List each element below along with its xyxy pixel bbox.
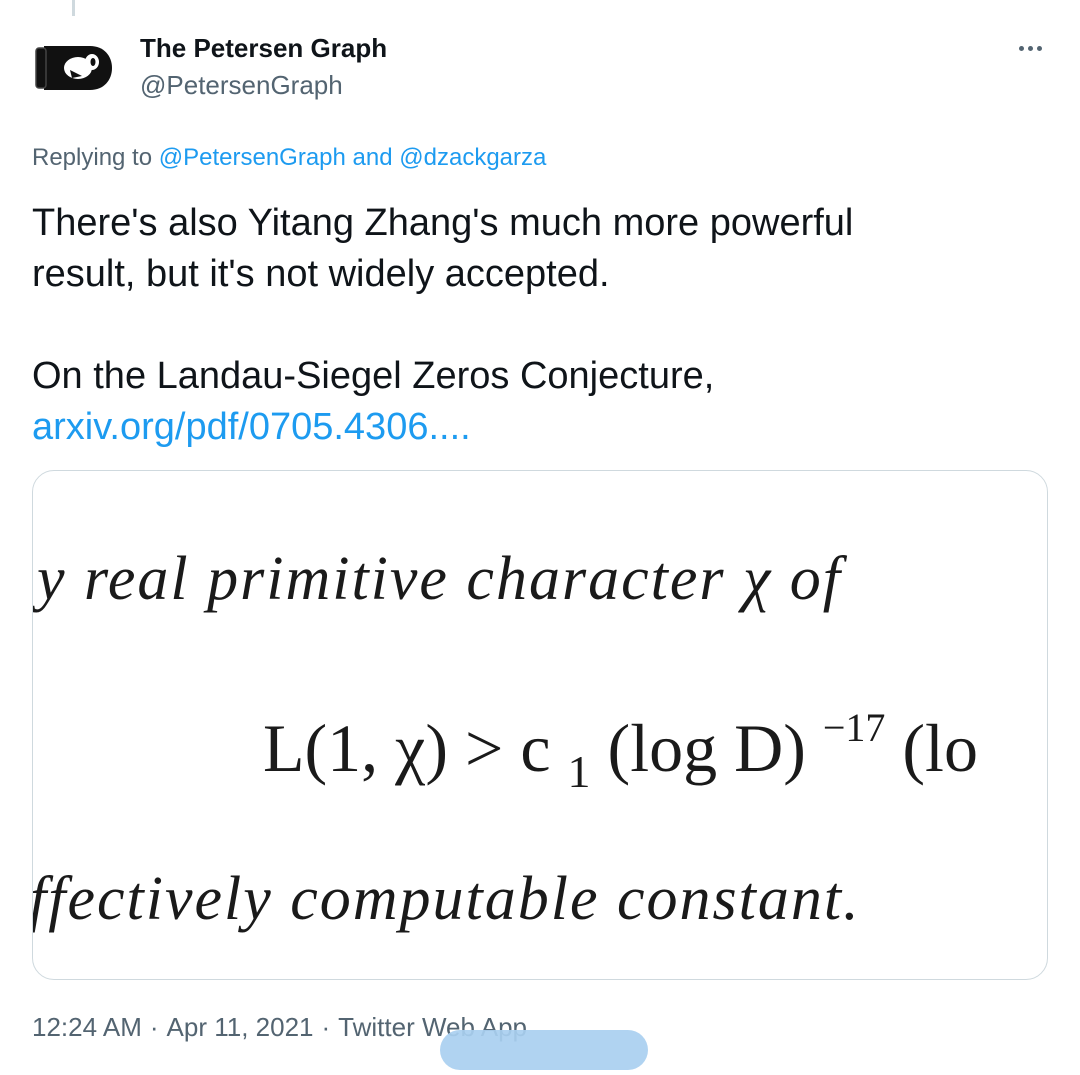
tweet-text-line: result, but it's not widely accepted.: [32, 253, 610, 295]
redaction-overlay: [440, 1030, 648, 1070]
author-display-name[interactable]: The Petersen Graph: [140, 32, 387, 65]
reply-joiner[interactable]: and: [353, 144, 393, 171]
thread-connector-line: [72, 0, 75, 16]
replying-to-line: Replying to @PetersenGraph and @dzackgar…: [32, 144, 546, 172]
more-horizontal-icon: [1018, 45, 1024, 51]
math-text-line: ffectively computable constant.: [33, 865, 861, 933]
formula-exponent: −17: [823, 705, 886, 750]
tweet-text-line: There's also Yitang Zhang's much more po…: [32, 202, 854, 244]
meta-separator: ·: [149, 1012, 159, 1042]
formula-log: (log D): [608, 710, 806, 786]
tweet-media-image[interactable]: y real primitive character χ of L(1, χ) …: [32, 470, 1048, 980]
tweet-link[interactable]: arxiv.org/pdf/0705.4306....: [32, 406, 471, 448]
tweet-author: The Petersen Graph @PetersenGraph: [140, 32, 387, 101]
more-options-button[interactable]: [1012, 30, 1048, 66]
more-horizontal-icon-dot: [1027, 45, 1033, 51]
math-text-line: y real primitive character χ of: [33, 545, 848, 613]
reply-mention-link[interactable]: @dzackgarza: [399, 144, 546, 171]
author-handle[interactable]: @PetersenGraph: [140, 69, 387, 102]
reply-mention-link[interactable]: @PetersenGraph: [159, 144, 346, 171]
tweet-text-line: On the Landau-Siegel Zeros Conjecture,: [32, 355, 715, 397]
tweet-date[interactable]: Apr 11, 2021: [167, 1012, 314, 1042]
formula-main: L(1, χ) > c: [263, 710, 551, 786]
more-horizontal-icon-dot: [1036, 45, 1042, 51]
tweet-time[interactable]: 12:24 AM: [32, 1012, 142, 1042]
meta-separator: ·: [321, 1012, 331, 1042]
avatar[interactable]: [34, 40, 114, 96]
tweet-body: There's also Yitang Zhang's much more po…: [32, 198, 1042, 453]
math-excerpt-image: y real primitive character χ of L(1, χ) …: [33, 545, 978, 933]
formula-tail: (lo: [902, 710, 978, 786]
bullet-bill-icon: [35, 46, 112, 90]
math-formula: L(1, χ) > c 1 (log D) −17 (lo: [263, 680, 978, 802]
replying-prefix: Replying to: [32, 144, 153, 171]
formula-subscript: 1: [568, 746, 591, 797]
